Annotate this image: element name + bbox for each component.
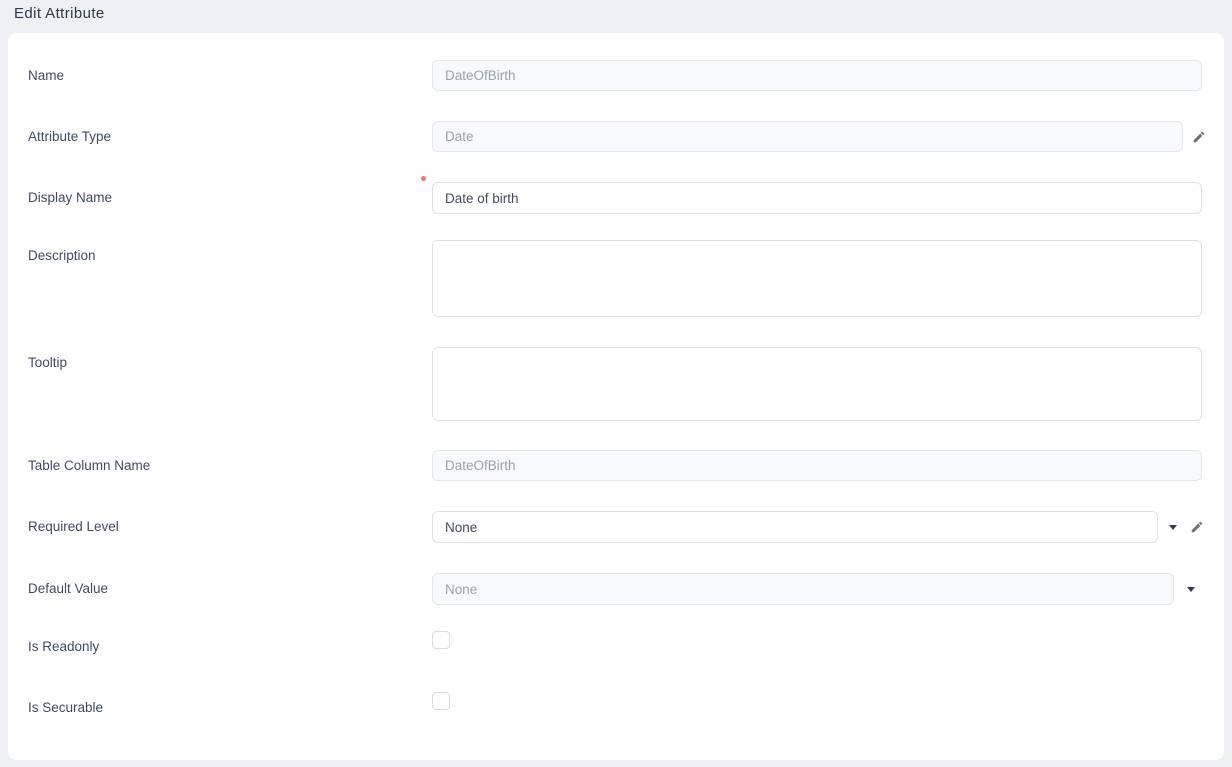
form-row-display-name: Display Name xyxy=(28,182,1202,214)
required-level-control xyxy=(432,511,1204,543)
name-input xyxy=(432,60,1202,91)
page-header: Edit Attribute xyxy=(0,0,1232,33)
display-name-control xyxy=(432,182,1202,214)
form-row-is-readonly: Is Readonly xyxy=(28,631,1202,654)
caret-down-icon[interactable] xyxy=(1169,525,1177,530)
description-label: Description xyxy=(28,240,432,263)
form-row-name: Name xyxy=(28,60,1202,91)
attribute-type-label: Attribute Type xyxy=(28,121,432,144)
caret-down-icon xyxy=(1187,587,1195,592)
pencil-icon[interactable] xyxy=(1190,520,1204,534)
form-row-table-column-name: Table Column Name xyxy=(28,450,1202,481)
form-row-required-level: Required Level xyxy=(28,511,1202,543)
description-control xyxy=(432,240,1202,317)
table-column-name-control xyxy=(432,450,1202,481)
form-row-tooltip: Tooltip xyxy=(28,347,1202,421)
tooltip-label: Tooltip xyxy=(28,347,432,370)
edit-attribute-form-card: Name Attribute Type Display Name Descrip… xyxy=(8,33,1224,760)
form-row-attribute-type: Attribute Type xyxy=(28,121,1202,152)
tooltip-control xyxy=(432,347,1202,421)
required-level-label: Required Level xyxy=(28,511,432,534)
table-column-name-label: Table Column Name xyxy=(28,450,432,473)
is-readonly-checkbox[interactable] xyxy=(432,631,450,649)
table-column-name-input xyxy=(432,450,1202,481)
name-control xyxy=(432,60,1202,91)
form-row-description: Description xyxy=(28,240,1202,317)
tooltip-textarea[interactable] xyxy=(432,347,1202,421)
form-row-is-securable: Is Securable xyxy=(28,692,1202,715)
required-level-dropdown-input[interactable] xyxy=(432,511,1158,543)
is-securable-label: Is Securable xyxy=(28,692,432,715)
attribute-type-input xyxy=(432,121,1183,152)
display-name-input[interactable] xyxy=(432,182,1202,214)
name-label: Name xyxy=(28,60,432,83)
default-value-dropdown-input xyxy=(432,573,1174,605)
page-title: Edit Attribute xyxy=(14,5,1218,22)
default-value-control xyxy=(432,573,1195,605)
form-row-default-value: Default Value xyxy=(28,573,1202,605)
is-securable-control xyxy=(432,692,450,710)
pencil-icon[interactable] xyxy=(1192,130,1206,144)
attribute-type-control xyxy=(432,121,1206,152)
required-marker-icon xyxy=(421,176,426,181)
default-value-label: Default Value xyxy=(28,573,432,596)
description-textarea[interactable] xyxy=(432,240,1202,317)
is-readonly-control xyxy=(432,631,450,649)
display-name-label: Display Name xyxy=(28,182,432,205)
is-securable-checkbox[interactable] xyxy=(432,692,450,710)
is-readonly-label: Is Readonly xyxy=(28,631,432,654)
